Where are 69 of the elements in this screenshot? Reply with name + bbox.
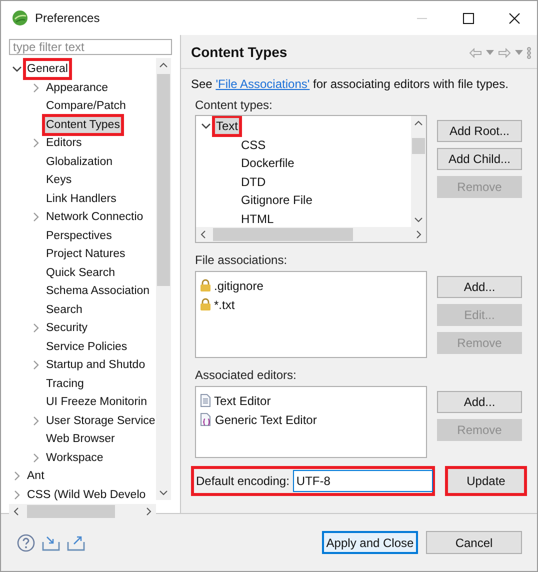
dialog-button[interactable]: Apply and Close [322, 531, 418, 554]
vertical-scrollbar[interactable] [411, 116, 426, 227]
scroll-thumb[interactable] [27, 505, 115, 518]
chevron-right-icon[interactable] [31, 82, 41, 93]
encoding-label: Default encoding: [196, 473, 290, 490]
filter-field[interactable]: type filter text [9, 39, 172, 55]
chevron-right-icon[interactable] [12, 471, 22, 482]
app-logo-icon [12, 10, 28, 26]
section-label: Associated editors: [195, 367, 298, 384]
section-label: Content types: [195, 97, 274, 114]
tree-item[interactable]: Content Types [42, 114, 124, 136]
back-arrow-icon[interactable] [469, 48, 482, 58]
list-box[interactable]: .gitignore *.txt [195, 271, 427, 358]
maximize-icon [462, 12, 474, 24]
scroll-down-icon[interactable] [159, 490, 168, 496]
horizontal-scrollbar[interactable] [196, 227, 426, 242]
scroll-thumb[interactable] [412, 138, 425, 154]
chevron-down-icon[interactable] [12, 64, 22, 74]
scroll-left-icon[interactable] [13, 507, 19, 516]
import-icon[interactable] [42, 534, 60, 551]
chevron-right-icon[interactable] [12, 490, 22, 500]
tree-item[interactable]: Text [212, 116, 242, 138]
dialog-button[interactable]: Cancel [426, 531, 522, 554]
scroll-up-icon[interactable] [159, 62, 168, 68]
document-icon [200, 394, 211, 407]
braces-document-icon [200, 413, 212, 426]
scroll-left-icon[interactable] [200, 230, 206, 239]
file-associations-link[interactable]: 'File Associations' [216, 77, 310, 91]
close-icon [508, 12, 520, 24]
window-title: Preferences [35, 10, 100, 27]
section-label: File associations: [195, 252, 288, 269]
scroll-right-icon[interactable] [146, 507, 152, 516]
chevron-right-icon[interactable] [31, 138, 41, 148]
side-button[interactable]: Add Root... [437, 120, 522, 142]
vertical-scrollbar[interactable] [156, 58, 171, 500]
chevron-right-icon[interactable] [31, 360, 41, 370]
help-icon[interactable] [17, 534, 35, 552]
scroll-thumb[interactable] [157, 74, 170, 286]
chevron-right-icon[interactable] [31, 452, 41, 463]
scroll-right-icon[interactable] [416, 230, 422, 239]
tree-item[interactable]: General [23, 58, 72, 80]
lock-icon [200, 279, 211, 292]
dropdown-caret-icon[interactable] [515, 50, 523, 55]
encoding-field[interactable]: UTF-8 [293, 470, 434, 492]
chevron-right-icon[interactable] [31, 416, 41, 426]
dropdown-caret-icon[interactable] [486, 50, 494, 55]
description-text: See 'File Associations' for associating editors with file types. [191, 76, 510, 93]
list-box[interactable]: Text CSS Dockerfile DTD Gitignore File HTML [195, 115, 427, 243]
side-button[interactable]: Add... [437, 391, 522, 413]
horizontal-scrollbar[interactable] [9, 504, 156, 519]
scroll-up-icon[interactable] [414, 120, 423, 126]
lock-icon [200, 298, 211, 311]
list-item[interactable]: *.txt [214, 296, 235, 314]
list-box[interactable]: Text Editor Generic Text Editor [195, 386, 427, 458]
side-button[interactable]: Add Child... [437, 148, 522, 170]
scroll-thumb[interactable] [213, 228, 353, 241]
chevron-right-icon[interactable] [31, 323, 41, 334]
scroll-down-icon[interactable] [414, 217, 423, 223]
chevron-right-icon[interactable] [31, 212, 41, 222]
export-icon[interactable] [67, 534, 85, 551]
list-item[interactable]: .gitignore [214, 276, 264, 294]
chevron-down-icon[interactable] [201, 121, 211, 132]
update-button[interactable]: Update [445, 466, 527, 496]
more-icon[interactable] [527, 46, 531, 58]
list-item[interactable]: Generic Text Editor [215, 410, 317, 428]
side-button[interactable]: Add... [437, 276, 522, 298]
list-item[interactable]: Text Editor [214, 392, 271, 410]
forward-arrow-icon[interactable] [498, 48, 511, 58]
page-title: Content Types [191, 43, 288, 62]
